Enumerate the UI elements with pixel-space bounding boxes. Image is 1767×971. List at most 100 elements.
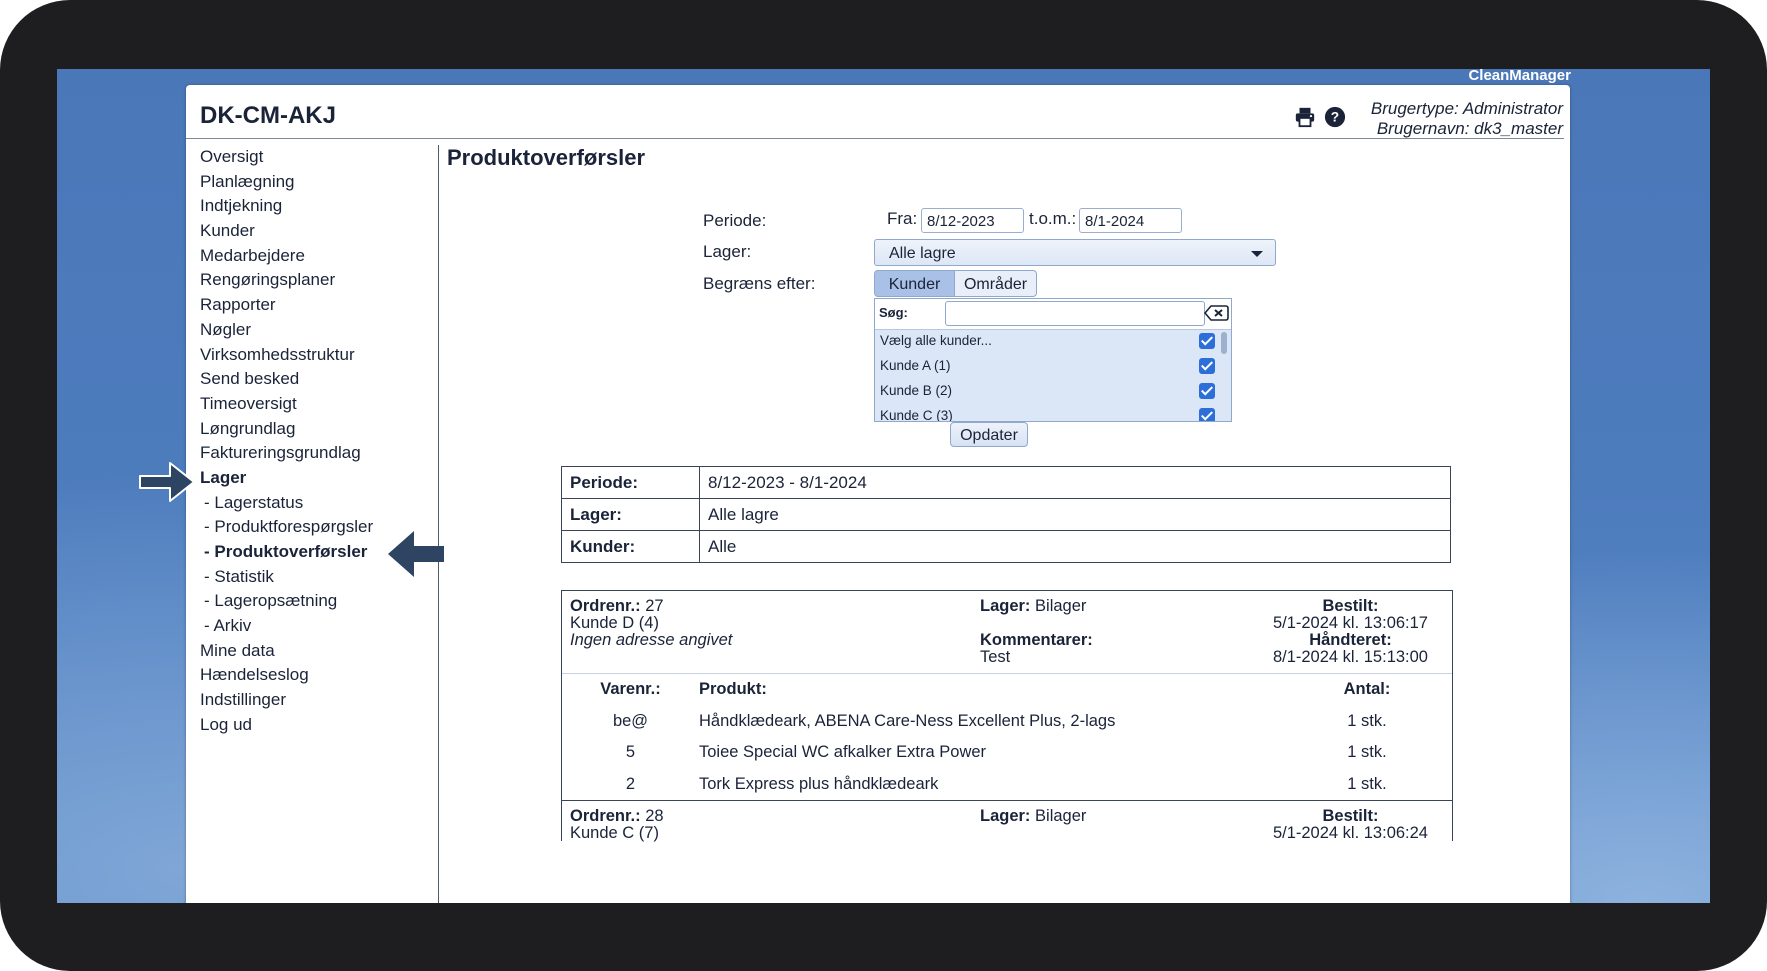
sidebar-item-loengrundlag[interactable]: Løngrundlag (200, 417, 430, 442)
customer-item-label: Kunde A (1) (880, 358, 951, 373)
sidebar-item-log-ud[interactable]: Log ud (200, 713, 430, 738)
customer-item[interactable]: Kunde A (1) (875, 354, 1231, 378)
item-varenr: be@ (612, 711, 649, 730)
sidebar-item-noegler[interactable]: Nøgler (200, 318, 430, 343)
screen-frame: CleanManager DK-CM-AKJ ? Brugertype: Adm… (0, 0, 1767, 971)
arrow-right-icon (139, 462, 195, 502)
order-lager-value: Bilager (1035, 807, 1087, 825)
customer-item-label: Kunde C (3) (880, 408, 953, 422)
tom-date-input[interactable]: 8/1-2024 (1079, 208, 1182, 233)
sidebar-item-rengoeringsplaner[interactable]: Rengøringsplaner (200, 268, 430, 293)
fra-date-input[interactable]: 8/12-2023 (921, 208, 1024, 233)
order-lager-label: Lager: (980, 807, 1031, 825)
sidebar-item-indstillinger[interactable]: Indstillinger (200, 688, 430, 713)
page-title: Produktoverførsler (447, 145, 646, 170)
list-scrollbar[interactable] (1221, 332, 1227, 354)
item-antal: 1 stk. (1347, 743, 1387, 762)
customer-item-select-all[interactable]: Vælg alle kunder... (875, 329, 1231, 353)
search-input[interactable] (945, 301, 1205, 326)
lager-label: Lager: (703, 242, 752, 261)
order-bestilt-value: 5/1-2024 kl. 13:06:24 (1272, 824, 1428, 842)
search-label: Søg: (879, 305, 908, 320)
summary-key-lager: Lager: (561, 498, 700, 531)
ordrenr-label: Ordrenr.: (570, 597, 641, 615)
order-dates: Bestilt: 5/1-2024 kl. 13:06:17 Håndteret… (1273, 598, 1428, 666)
checkbox-checked[interactable] (1199, 408, 1215, 421)
segment-kunder[interactable]: Kunder (874, 270, 955, 297)
summary-key-periode: Periode: (561, 466, 700, 499)
customer-picker: Søg: Vælg alle kunder... Kunde A (1) Kun… (874, 298, 1232, 422)
update-button[interactable]: Opdater (950, 422, 1028, 447)
sidebar-item-haendelseslog[interactable]: Hændelseslog (200, 663, 430, 688)
summary-val-kunder: Alle (699, 530, 1451, 563)
sidebar-item-send-besked[interactable]: Send besked (200, 367, 430, 392)
help-icon[interactable]: ? (1324, 106, 1346, 128)
fra-label: Fra: (887, 209, 918, 228)
brand-label: CleanManager (1468, 69, 1571, 84)
sidebar-item-lager[interactable]: Lager (200, 466, 430, 491)
order-bestilt-label: Bestilt: (1322, 807, 1379, 825)
customer-item-label: Vælg alle kunder... (880, 333, 992, 348)
order-customer: Kunde D (4) (570, 614, 659, 632)
order-stock-info: Lager: Bilager (980, 808, 1086, 825)
sidebar-item-faktureringsgrundlag[interactable]: Faktureringsgrundlag (200, 441, 430, 466)
sidebar-item-arkiv[interactable]: - Arkiv (200, 614, 430, 639)
svg-text:?: ? (1331, 110, 1339, 125)
sidebar-item-mine-data[interactable]: Mine data (200, 639, 430, 664)
col-header-varenr: Varenr.: (600, 680, 661, 699)
sidebar-item-medarbejdere[interactable]: Medarbejdere (200, 244, 430, 269)
lager-select[interactable]: Alle lagre (874, 239, 1276, 266)
checkbox-checked[interactable] (1199, 358, 1215, 374)
customer-item-label: Kunde B (2) (880, 383, 953, 398)
order-customer: Kunde C (7) (570, 824, 659, 842)
order-header: Ordrenr.: 28 Kunde C (7) Lager: Bilager … (562, 800, 1452, 842)
summary-table: Periode: 8/12-2023 - 8/1-2024 Lager: All… (561, 466, 1451, 563)
printer-icon[interactable] (1294, 106, 1316, 128)
customer-item[interactable]: Kunde C (3) (875, 404, 1231, 422)
periode-label: Periode: (703, 211, 767, 230)
sidebar-item-lageropsaetning[interactable]: - Lageropsætning (200, 589, 430, 614)
ordrenr-value: 28 (645, 807, 664, 825)
sidebar-item-planlaegning[interactable]: Planlægning (200, 170, 430, 195)
item-antal: 1 stk. (1347, 774, 1387, 793)
checkbox-checked[interactable] (1199, 383, 1215, 399)
order-list: Ordrenr.: 27 Kunde D (4) Ingen adresse a… (561, 590, 1453, 842)
sidebar-item-indtjekning[interactable]: Indtjekning (200, 194, 430, 219)
order-comment-label: Kommentarer: (980, 631, 1093, 649)
order-comment-value: Test (980, 648, 1011, 666)
order-lager-label: Lager: (980, 597, 1031, 615)
sidebar-item-oversigt[interactable]: Oversigt (200, 145, 430, 170)
table-row: Periode: 8/12-2023 - 8/1-2024 (561, 466, 1451, 499)
col-header-antal: Antal: (1343, 680, 1391, 699)
sidebar-item-rapporter[interactable]: Rapporter (200, 293, 430, 318)
chevron-down-icon (1251, 251, 1263, 257)
sidebar-item-lagerstatus[interactable]: - Lagerstatus (200, 491, 430, 516)
sidebar-item-kunder[interactable]: Kunder (200, 219, 430, 244)
order-dates: Bestilt: 5/1-2024 kl. 13:06:24 (1273, 808, 1428, 842)
clear-search-icon[interactable] (1203, 304, 1229, 322)
sidebar-nav: Oversigt Planlægning Indtjekning Kunder … (200, 145, 430, 738)
begraens-label: Begræns efter: (703, 274, 816, 293)
ordrenr-label: Ordrenr.: (570, 807, 641, 825)
sidebar-item-timeoversigt[interactable]: Timeoversigt (200, 392, 430, 417)
item-produkt: Håndklædeark, ABENA Care-Ness Excellent … (699, 711, 1116, 730)
header-divider (186, 138, 1564, 139)
customer-item[interactable]: Kunde B (2) (875, 379, 1231, 403)
item-varenr: 5 (625, 743, 636, 762)
segment-omraader[interactable]: Områder (954, 270, 1037, 297)
table-row: Lager: Alle lagre (561, 498, 1451, 531)
order-items-table: Varenr.: Produkt: Antal: be@ Håndklædear… (562, 674, 1452, 800)
desktop-background: CleanManager DK-CM-AKJ ? Brugertype: Adm… (57, 69, 1710, 903)
item-produkt: Tork Express plus håndklædeark (699, 774, 939, 793)
app-window: DK-CM-AKJ ? Brugertype: Administrator Br… (186, 85, 1570, 903)
order-bestilt-label: Bestilt: (1322, 597, 1379, 615)
user-name: Brugernavn: dk3_master (1376, 119, 1563, 138)
table-row: 2 Tork Express plus håndklædeark 1 stk. (562, 769, 1452, 801)
order-bestilt-value: 5/1-2024 kl. 13:06:17 (1272, 614, 1428, 632)
sidebar-item-virksomhedsstruktur[interactable]: Virksomhedsstruktur (200, 343, 430, 368)
lager-select-value: Alle lagre (889, 245, 956, 262)
table-header-row: Varenr.: Produkt: Antal: (562, 674, 1452, 706)
checkbox-checked[interactable] (1199, 333, 1215, 349)
table-row: Kunder: Alle (561, 530, 1451, 563)
ordrenr-value: 27 (645, 597, 664, 615)
